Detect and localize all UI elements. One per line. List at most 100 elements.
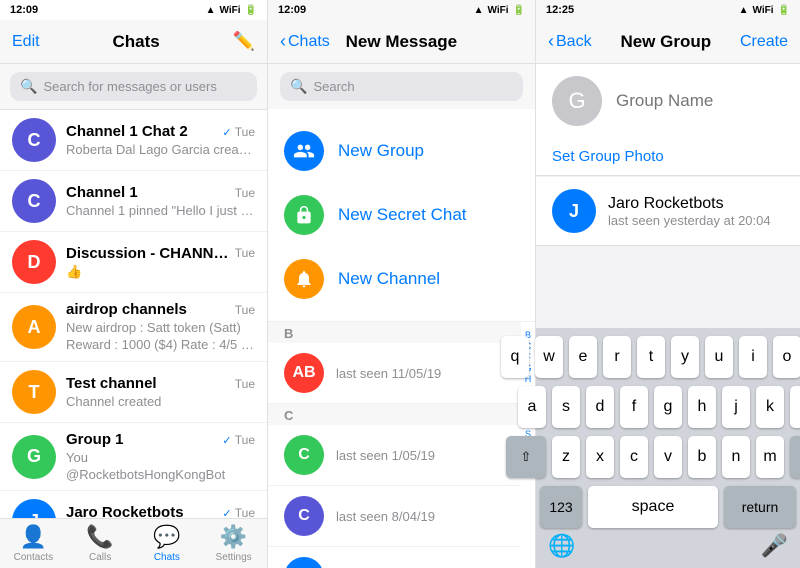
key-w[interactable]: w [535, 336, 563, 378]
chats-panel: 12:09 ▲ WiFi 🔋 Edit Chats ✏️ 🔍 Search fo… [0, 0, 268, 568]
key-e[interactable]: e [569, 336, 597, 378]
chat-name: Channel 1 Chat 2 [66, 123, 188, 140]
search-input-1[interactable]: 🔍 Search for messages or users [10, 72, 257, 101]
contact-seen-c2: last seen 8/04/19 [336, 509, 505, 524]
chat-name: Group 1 [66, 431, 124, 448]
new-group-item[interactable]: New Group [268, 119, 535, 183]
chat-time: ✓ Tue [222, 125, 255, 139]
spacer [536, 246, 800, 328]
signal-icon-2: ▲ [474, 5, 484, 16]
back-to-message[interactable]: ‹ Back [548, 31, 592, 52]
new-message-nav: ‹ Chats New Message [268, 20, 535, 64]
contact-items: B AB last seen 11/05/19 C C last seen 1/… [268, 322, 521, 568]
key-h[interactable]: h [688, 386, 716, 428]
p2-search-input[interactable]: 🔍 Search [280, 72, 523, 101]
key-u[interactable]: u [705, 336, 733, 378]
new-channel-item[interactable]: New Channel [268, 247, 535, 311]
chat-name: Jaro Rocketbots [66, 504, 184, 518]
section-c: C [268, 404, 521, 425]
shift-key[interactable]: ⇧ [506, 436, 546, 478]
member-info: Jaro Rocketbots last seen yesterday at 2… [608, 195, 784, 228]
chat-item-testchannel[interactable]: T Test channel Tue Channel created [0, 362, 267, 423]
num-key[interactable]: 123 [540, 486, 582, 528]
contact-list: B AB last seen 11/05/19 C C last seen 1/… [268, 322, 535, 568]
wifi-icon: WiFi [220, 5, 241, 16]
new-group-title: New Group [620, 32, 711, 52]
chevron-icon: ‹ [280, 31, 286, 52]
contact-c2[interactable]: C last seen 8/04/19 [268, 486, 521, 547]
key-row-3: ⇧ z x c v b n m ⌫ [540, 436, 796, 478]
key-x[interactable]: x [586, 436, 614, 478]
avatar-j: J [12, 499, 56, 518]
avatar-d: D [12, 240, 56, 284]
key-v[interactable]: v [654, 436, 682, 478]
key-o[interactable]: o [773, 336, 800, 378]
tab-calls[interactable]: 📞 Calls [67, 524, 134, 563]
key-c[interactable]: c [620, 436, 648, 478]
key-t[interactable]: t [637, 336, 665, 378]
chat-preview: New airdrop : Satt token (Satt) [66, 320, 255, 335]
settings-label: Settings [216, 552, 252, 563]
delete-key[interactable]: ⌫ [790, 436, 800, 478]
avatar-c2: C [12, 179, 56, 223]
key-n[interactable]: n [722, 436, 750, 478]
create-button[interactable]: Create [740, 33, 788, 51]
new-message-panel: 12:09 ▲ WiFi 🔋 ‹ Chats New Message 🔍 Sea… [268, 0, 536, 568]
return-key[interactable]: return [724, 486, 796, 528]
chat-content: airdrop channels Tue New airdrop : Satt … [66, 301, 255, 353]
key-s[interactable]: s [552, 386, 580, 428]
key-a[interactable]: a [518, 386, 546, 428]
key-j[interactable]: j [722, 386, 750, 428]
tab-contacts[interactable]: 👤 Contacts [0, 524, 67, 563]
key-i[interactable]: i [739, 336, 767, 378]
group-name-input[interactable] [616, 91, 800, 111]
key-b[interactable]: b [688, 436, 716, 478]
contact-ic[interactable]: IC last seen 16/04/19 [268, 547, 521, 568]
section-b: B [268, 322, 521, 343]
key-d[interactable]: d [586, 386, 614, 428]
settings-icon: ⚙️ [220, 524, 247, 550]
space-key[interactable]: space [588, 486, 718, 528]
search-bar-1: 🔍 Search for messages or users [0, 64, 267, 110]
mic-icon[interactable]: 🎤 [761, 533, 788, 559]
chat-name: Test channel [66, 375, 157, 392]
contact-seen-c1: last seen 1/05/19 [336, 448, 505, 463]
key-g[interactable]: g [654, 386, 682, 428]
chat-item-channel1chat2[interactable]: C Channel 1 Chat 2 ✓ Tue Roberta Dal Lag… [0, 110, 267, 171]
chat-content: Channel 1 Tue Channel 1 pinned "Hello I … [66, 184, 255, 218]
contact-c1[interactable]: C last seen 1/05/19 [268, 425, 521, 486]
chat-item-airdrop[interactable]: A airdrop channels Tue New airdrop : Sat… [0, 293, 267, 362]
contact-ab[interactable]: AB last seen 11/05/19 [268, 343, 521, 404]
key-f[interactable]: f [620, 386, 648, 428]
chat-item-channel1[interactable]: C Channel 1 Tue Channel 1 pinned "Hello … [0, 171, 267, 232]
new-group-panel: 12:25 ▲ WiFi 🔋 ‹ Back New Group Create G… [536, 0, 800, 568]
key-l[interactable]: l [790, 386, 800, 428]
group-avatar[interactable]: G [552, 76, 602, 126]
compose-icon[interactable]: ✏️ [233, 31, 255, 52]
key-y[interactable]: y [671, 336, 699, 378]
new-message-title: New Message [346, 32, 458, 52]
tab-chats[interactable]: 💬 Chats [134, 524, 201, 563]
key-k[interactable]: k [756, 386, 784, 428]
wifi-icon-3: WiFi [753, 5, 774, 16]
p2-search-bar: 🔍 Search [268, 64, 535, 109]
back-to-chats[interactable]: ‹ Chats [280, 31, 330, 52]
new-secret-item[interactable]: New Secret Chat [268, 183, 535, 247]
menu-section: New Group New Secret Chat New Channel [268, 109, 535, 322]
status-bar-1: 12:09 ▲ WiFi 🔋 [0, 0, 267, 20]
key-m[interactable]: m [756, 436, 784, 478]
chat-time: ✓ Tue [222, 506, 255, 519]
chat-item-discussion[interactable]: D Discussion - CHANNEL 1 Tue 👍 [0, 232, 267, 293]
chat-preview: Channel created [66, 394, 255, 409]
key-q[interactable]: q [501, 336, 529, 378]
status-bar-2: 12:09 ▲ WiFi 🔋 [268, 0, 535, 20]
chat-item-jaro[interactable]: J Jaro Rocketbots ✓ Tue https://t.me/joi… [0, 491, 267, 518]
edit-button[interactable]: Edit [12, 33, 40, 51]
key-z[interactable]: z [552, 436, 580, 478]
key-r[interactable]: r [603, 336, 631, 378]
tab-settings[interactable]: ⚙️ Settings [200, 524, 267, 563]
chat-item-group1[interactable]: G Group 1 ✓ Tue You @RocketbotsHongKongB… [0, 423, 267, 491]
set-group-photo-btn[interactable]: Set Group Photo [536, 138, 800, 176]
globe-icon[interactable]: 🌐 [548, 533, 575, 559]
chat-name: airdrop channels [66, 301, 187, 318]
